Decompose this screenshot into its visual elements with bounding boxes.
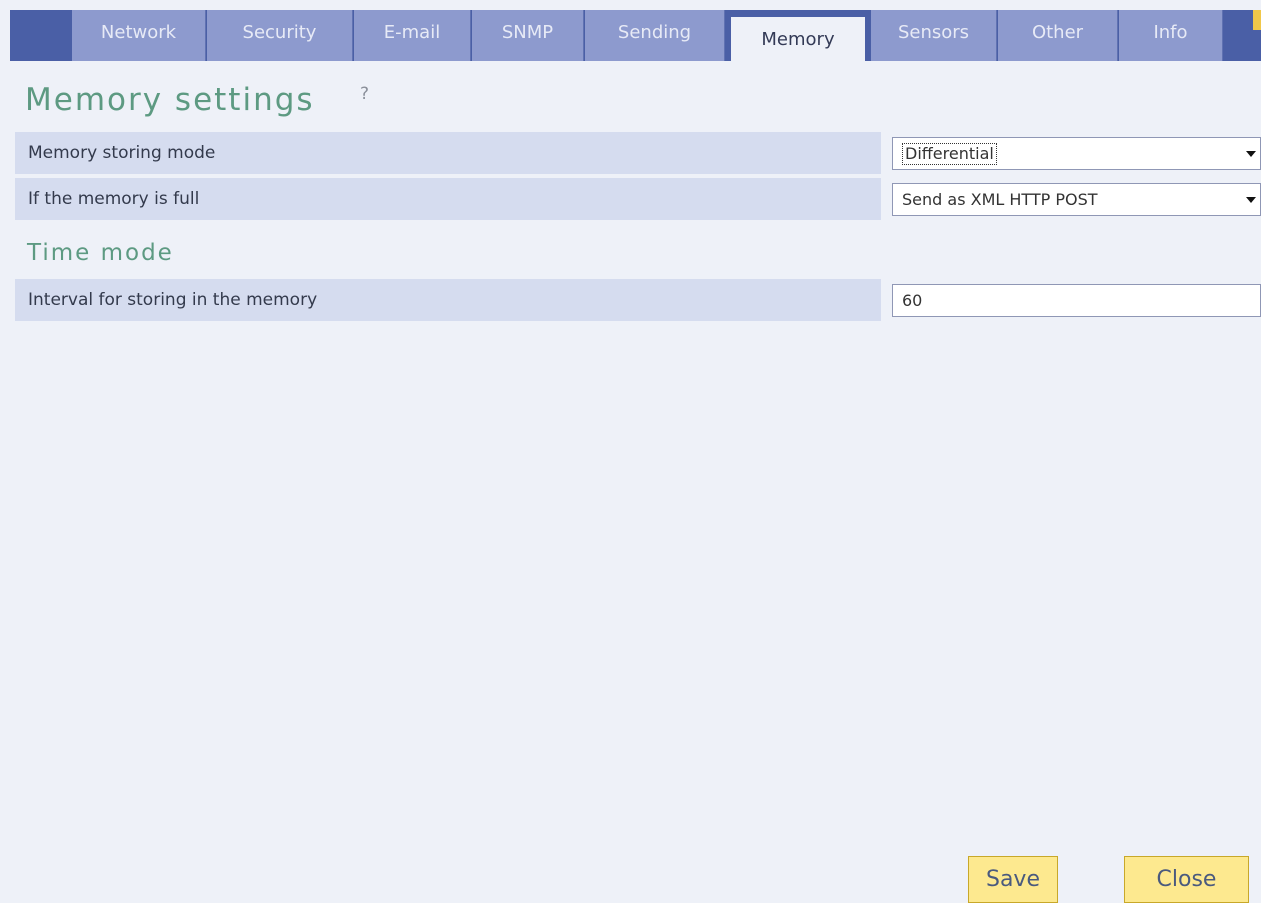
- page-title: Memory settings: [25, 82, 315, 118]
- tab-info[interactable]: Info: [1119, 10, 1223, 61]
- tab-bar: Network Security E-mail SNMP Sending Mem…: [0, 0, 1261, 61]
- save-button[interactable]: Save: [968, 856, 1058, 903]
- setting-row-memory-full: If the memory is full Send as XML HTTP P…: [15, 178, 1261, 220]
- tab-network[interactable]: Network: [72, 10, 206, 61]
- setting-label: Interval for storing in the memory: [15, 279, 881, 321]
- tab-snmp[interactable]: SNMP: [472, 10, 584, 61]
- interval-input[interactable]: [892, 284, 1261, 317]
- setting-label: If the memory is full: [15, 178, 881, 220]
- setting-row-storing-mode: Memory storing mode Differential: [15, 132, 1261, 174]
- chevron-down-icon: [1246, 151, 1256, 157]
- tab-email[interactable]: E-mail: [354, 10, 471, 61]
- select-value: Differential: [902, 143, 997, 165]
- tab-bar-corner-accent: [1253, 10, 1261, 30]
- section-title-time-mode: Time mode: [27, 240, 174, 266]
- tab-other[interactable]: Other: [998, 10, 1118, 61]
- setting-label: Memory storing mode: [15, 132, 881, 174]
- chevron-down-icon: [1246, 197, 1256, 203]
- help-icon[interactable]: ?: [360, 84, 369, 104]
- storing-mode-select[interactable]: Differential: [892, 137, 1261, 170]
- close-button[interactable]: Close: [1124, 856, 1249, 903]
- setting-row-interval: Interval for storing in the memory: [15, 279, 1261, 321]
- memory-full-select[interactable]: Send as XML HTTP POST: [892, 183, 1261, 216]
- tab-sensors[interactable]: Sensors: [871, 10, 997, 61]
- tab-memory[interactable]: Memory: [731, 17, 865, 61]
- select-value: Send as XML HTTP POST: [902, 190, 1098, 209]
- tab-sending[interactable]: Sending: [585, 10, 725, 61]
- tab-security[interactable]: Security: [207, 10, 353, 61]
- memory-settings-page: Network Security E-mail SNMP Sending Mem…: [0, 0, 1261, 903]
